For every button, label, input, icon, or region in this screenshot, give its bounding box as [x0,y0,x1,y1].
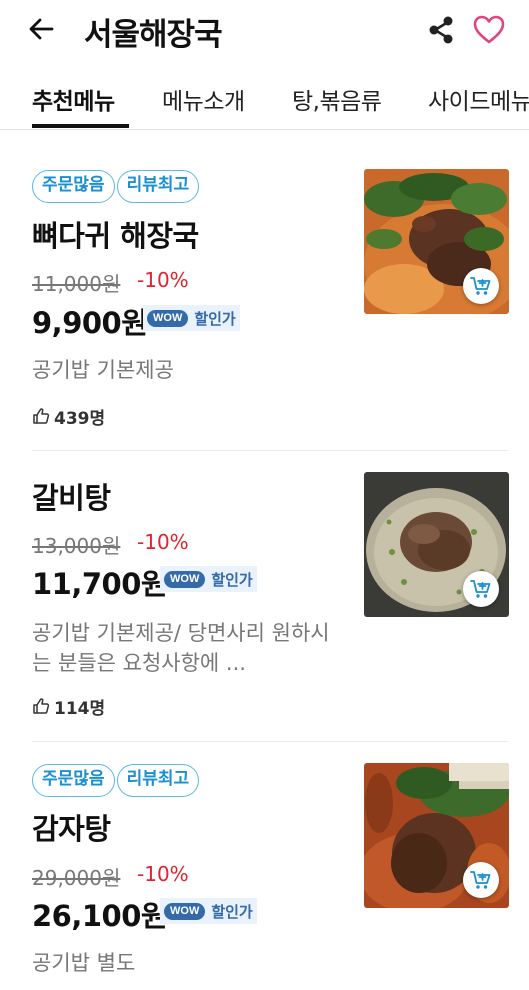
like-count: 439명 [32,404,106,429]
add-to-cart-button[interactable] [463,268,499,304]
discount-rate: -10% [137,862,189,886]
badge-best-review: 리뷰최고 [116,764,200,797]
thumbs-up-icon [33,698,50,714]
sale-price: 9,900원 [32,306,148,340]
wow-discount-badge: WOW 할인가 [160,566,257,592]
sale-price: 26,100원 [32,899,168,933]
item-divider [32,741,508,742]
badge-popular: 주문많음 [32,764,115,797]
badge-popular: 주문많음 [32,170,115,203]
badge-best-review: 리뷰최고 [116,170,200,203]
menu-item-photo[interactable] [364,169,509,314]
cart-plus-icon [470,580,491,598]
wow-discount-badge: WOW 할인가 [143,305,240,331]
original-price: 11,000원 [32,272,121,296]
badge-group: 주문많음 리뷰최고 [32,764,201,798]
menu-item-name: 뼈다귀 해장국 [32,219,199,253]
tab-menu-intro[interactable]: 메뉴소개 [162,82,245,116]
category-tabs: 추천메뉴 메뉴소개 탕,볶음류 사이드메뉴 [0,70,529,130]
badge-group: 주문많음 리뷰최고 [32,170,201,204]
original-price: 29,000원 [32,866,121,890]
discount-rate: -10% [137,530,189,554]
tab-soup-stir-fry[interactable]: 탕,볶음류 [292,82,382,116]
page-title: 서울해장국 [84,17,223,53]
wow-label: 할인가 [211,570,253,589]
menu-item-description: 공기밥 별도 [32,951,136,975]
menu-item-name: 갈비탕 [32,481,111,515]
share-icon[interactable] [426,14,456,46]
menu-item-description: 공기밥 기본제공/ 당면사리 원하시는 분들은 요청사항에 ... [32,621,330,675]
like-count-value: 439명 [54,408,106,429]
add-to-cart-button[interactable] [463,862,499,898]
original-price: 13,000원 [32,534,121,558]
add-to-cart-button[interactable] [463,571,499,607]
cart-plus-icon [470,277,491,295]
menu-item-description: 공기밥 기본제공 [32,358,174,382]
wow-logo: WOW [164,570,206,588]
discount-rate: -10% [137,268,189,292]
wow-logo: WOW [147,309,189,327]
wow-discount-badge: WOW 할인가 [160,898,257,924]
active-tab-indicator [32,124,129,128]
arrow-left-icon[interactable] [26,14,56,44]
heart-outline-icon[interactable] [472,14,506,46]
wow-logo: WOW [164,902,206,920]
like-count-value: 114명 [54,698,106,719]
menu-item-name: 감자탕 [32,812,111,846]
tab-side-menu[interactable]: 사이드메뉴 [428,82,529,116]
app-header: 서울해장국 [0,0,529,62]
wow-label: 할인가 [211,902,253,921]
sale-price: 11,700원 [32,567,168,601]
cart-plus-icon [470,871,491,889]
item-divider [32,450,508,451]
menu-item-photo[interactable] [364,763,509,908]
menu-item-photo[interactable] [364,472,509,617]
wow-label: 할인가 [194,309,236,328]
like-count: 114명 [32,694,106,719]
tab-recommended[interactable]: 추천메뉴 [32,82,115,116]
thumbs-up-icon [33,408,50,424]
